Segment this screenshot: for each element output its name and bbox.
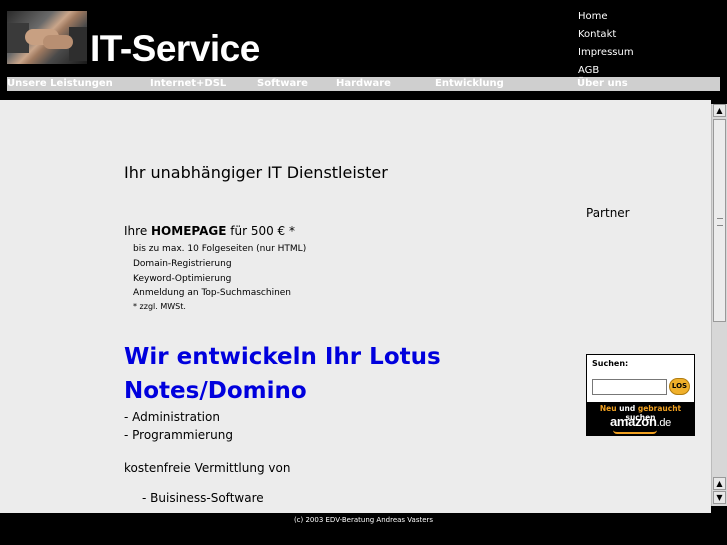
scroll-up-arrow-icon[interactable]: ▲ — [713, 477, 726, 490]
scrollbar-thumb[interactable] — [713, 119, 726, 322]
top-link-impressum[interactable]: Impressum — [578, 44, 634, 62]
partner-heading: Partner — [586, 206, 630, 220]
list-item: Keyword-Optimierung — [133, 273, 232, 284]
amazon-search-input[interactable] — [592, 379, 667, 395]
site-header: IT-Service Home Kontakt Impressum AGB Un… — [0, 0, 727, 100]
amazon-tag-neu: Neu — [599, 404, 617, 413]
footer-copyright: (c) 2003 EDV-Beratung Andreas Vasters — [7, 514, 720, 526]
amazon-smile-icon — [613, 430, 657, 434]
lotus-service-list: - Administration - Programmierung — [124, 408, 233, 444]
nav-item-software[interactable]: Software — [257, 77, 308, 91]
site-title: IT-Service — [90, 28, 260, 69]
amazon-go-button[interactable]: LOS — [669, 378, 690, 395]
lotus-heading: Wir entwickeln Ihr Lotus Notes/Domino — [124, 344, 441, 404]
content-frame: Ihr unabhängiger IT Dienstleister Ihre H… — [0, 100, 711, 513]
nav-item-ueber-uns[interactable]: Über uns — [577, 77, 628, 91]
homepage-feature-list: bis zu max. 10 Folgeseiten (nur HTML) Do… — [133, 242, 306, 313]
amazon-logo[interactable]: amazon.de — [586, 414, 695, 429]
nav-item-entwicklung[interactable]: Entwicklung — [435, 77, 504, 91]
scroll-up-arrow-icon[interactable]: ▲ — [713, 104, 726, 117]
top-link-kontakt[interactable]: Kontakt — [578, 26, 634, 44]
scroll-down-arrow-icon[interactable]: ▼ — [713, 491, 726, 504]
amazon-tag-gebraucht: gebraucht — [637, 404, 682, 413]
main-navbar: Unsere Leistungen Internet+DSL Software … — [7, 77, 720, 91]
nav-item-leistungen[interactable]: Unsere Leistungen — [7, 77, 113, 91]
nav-item-internet-dsl[interactable]: Internet+DSL — [150, 77, 226, 91]
list-item: Anmeldung an Top-Suchmaschinen — [133, 288, 292, 299]
vertical-scrollbar[interactable]: ▲ ▲ ▼ — [711, 104, 727, 506]
list-item: bis zu max. 10 Folgeseiten (nur HTML) — [133, 244, 307, 254]
homepage-offer-highlight: HOMEPAGE — [151, 224, 227, 238]
amazon-logo-de: .de — [656, 417, 672, 429]
amazon-search-label: Suchen: — [592, 359, 629, 368]
amazon-search-widget: Suchen: LOS Neu und gebraucht suchen ama… — [586, 354, 695, 436]
list-item: - Programmierung — [124, 428, 233, 442]
amazon-tag-und: und — [616, 404, 638, 413]
tax-note: * zzgl. MWSt. — [133, 302, 186, 312]
software-item: - Buisiness-Software — [142, 491, 264, 505]
handshake-logo-image — [7, 11, 87, 64]
list-item: - Administration — [124, 410, 220, 424]
homepage-offer-prefix: Ihre — [124, 224, 152, 238]
tagline: Ihr unabhängiger IT Dienstleister — [124, 163, 388, 182]
top-links: Home Kontakt Impressum AGB — [578, 8, 634, 80]
homepage-offer-suffix: für 500 € * — [226, 224, 295, 238]
homepage-offer-line: Ihre HOMEPAGE für 500 € * — [124, 224, 295, 238]
top-link-home[interactable]: Home — [578, 8, 634, 26]
vermittlung-text: kostenfreie Vermittlung von — [124, 461, 291, 475]
nav-item-hardware[interactable]: Hardware — [336, 77, 391, 91]
amazon-logo-main: amazon — [609, 414, 657, 429]
amazon-search-panel: Suchen: LOS — [587, 355, 694, 402]
list-item: Domain-Registrierung — [133, 258, 232, 269]
